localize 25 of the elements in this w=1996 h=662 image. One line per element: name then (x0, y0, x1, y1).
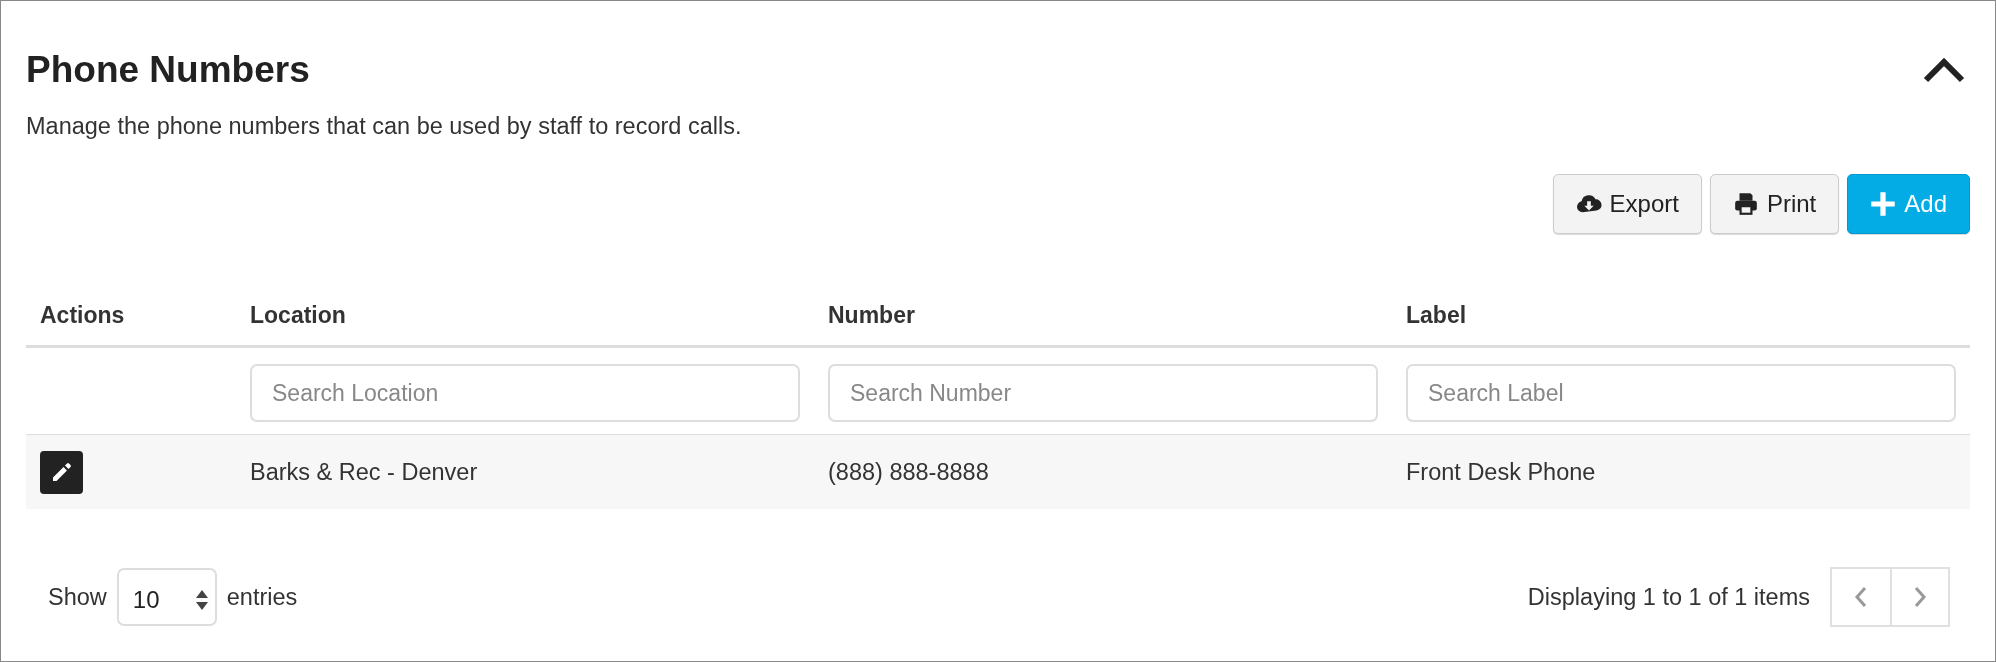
entries-label: entries (226, 583, 298, 611)
printer-icon (1732, 191, 1759, 217)
edit-button[interactable] (40, 450, 83, 494)
page-description: Manage the phone numbers that can be used by staff to record calls. (26, 113, 743, 140)
table-cell: Front Desk Phone (1392, 434, 1970, 509)
search-field[interactable]: Search Location (250, 364, 800, 422)
show-label: Show (48, 583, 107, 611)
page-size-select[interactable]: 10 (116, 568, 217, 626)
column-header[interactable]: Number (814, 288, 1392, 347)
pagination-summary: Displaying 1 to 1 of 1 items (1527, 583, 1810, 611)
print-button[interactable]: Print (1709, 174, 1840, 234)
export-button[interactable]: Export (1552, 174, 1702, 234)
chevron-right-icon (1912, 585, 1928, 609)
table-cell: Barks & Rec - Denver (236, 434, 814, 509)
search-field[interactable]: Search Label (1406, 364, 1956, 422)
page-title: Phone Numbers (26, 49, 310, 91)
chevron-up-icon[interactable] (1922, 56, 1966, 84)
table-cell: (888) 888-8888 (814, 434, 1392, 509)
search-field[interactable]: Search Number (828, 364, 1378, 422)
chevron-left-icon (1853, 585, 1869, 609)
column-header[interactable]: Location (236, 288, 814, 347)
column-header[interactable]: Label (1392, 288, 1970, 347)
plus-icon (1870, 191, 1897, 217)
column-header[interactable]: Actions (26, 288, 236, 347)
sort-arrows-icon (194, 588, 209, 612)
